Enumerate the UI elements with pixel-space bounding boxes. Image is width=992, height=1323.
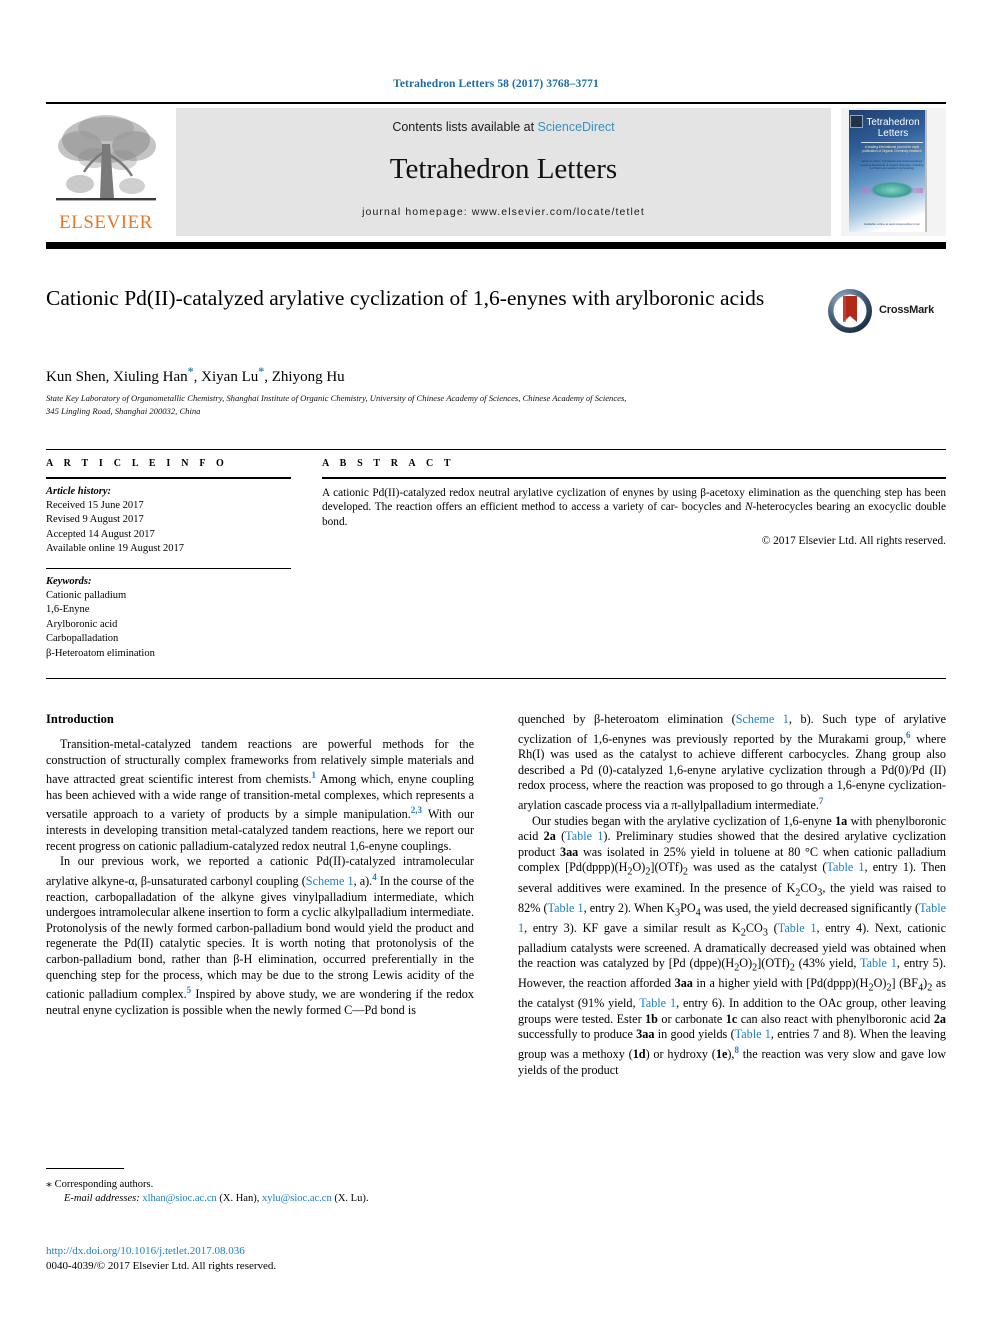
paragraph: Transition-metal-catalyzed tandem reacti…	[46, 737, 475, 853]
cover-title: Tetrahedron Letters	[866, 117, 920, 139]
email-owner-lu: (X. Lu).	[334, 1193, 369, 1205]
table-link[interactable]: Table 1	[860, 956, 897, 970]
elsevier-logo: ELSEVIER	[46, 108, 166, 236]
table-link[interactable]: Table 1	[778, 921, 817, 935]
section-heading-introduction: Introduction	[46, 712, 114, 726]
history-item: Received 15 June 2017	[46, 500, 144, 511]
cover-blurb: Editor-in-Chief · Full papers and commun…	[860, 159, 924, 171]
keywords-rule	[46, 567, 291, 569]
article-history: Article history: Received 15 June 2017 R…	[46, 485, 291, 557]
author-name: Xiyan Lu	[201, 369, 259, 385]
abstract-heading: A B S T R A C T	[322, 458, 455, 469]
reference-marker[interactable]: 7	[819, 796, 824, 806]
asterisk-icon: ⁎	[46, 1176, 52, 1191]
doi-link[interactable]: http://dx.doi.org/10.1016/j.tetlet.2017.…	[46, 1244, 546, 1259]
page-title: Cationic Pd(II)-catalyzed arylative cycl…	[46, 286, 765, 310]
contents-lists-line: Contents lists available at ScienceDirec…	[176, 120, 831, 134]
affiliation-line-2: 345 Lingling Road, Shanghai 200032, Chin…	[46, 405, 201, 416]
abstract-block: A B S T R A C T A cationic Pd(II)-cataly…	[322, 458, 946, 547]
table-link[interactable]: Table 1	[826, 860, 864, 874]
journal-cover-thumbnail[interactable]: Tetrahedron Letters A leading internatio…	[841, 108, 946, 236]
keyword-item: Carbopalladation	[46, 633, 119, 645]
corresponding-authors-note: ⁎ Corresponding authors.	[46, 1176, 474, 1192]
keyword-item: Cationic palladium	[46, 590, 127, 602]
keyword-item: β-Heteroatom elimination	[46, 647, 155, 659]
journal-masthead: ELSEVIER Contents lists available at Sci…	[46, 108, 946, 236]
body-top-rule	[46, 678, 946, 680]
keyword-item: Arylboronic acid	[46, 618, 118, 630]
paragraph: quenched by β-heteroatom elimination (Sc…	[518, 712, 946, 813]
reference-marker[interactable]: 5	[187, 985, 192, 995]
email-label: E-mail addresses:	[64, 1193, 140, 1205]
author-list: Kun Shen, Xiuling Han*, Xiyan Lu*, Zhiyo…	[46, 364, 345, 385]
footer-block: http://dx.doi.org/10.1016/j.tetlet.2017.…	[46, 1244, 546, 1273]
reference-marker[interactable]: 8	[734, 1045, 739, 1055]
elsevier-tree-icon	[56, 115, 156, 201]
cover-divider	[861, 142, 923, 143]
running-head: Tetrahedron Letters 58 (2017) 3768–3771	[393, 78, 599, 90]
article-info-rule	[46, 477, 291, 479]
body-column-right: quenched by β-heteroatom elimination (Sc…	[518, 712, 946, 1078]
reference-marker[interactable]: 2,3	[411, 805, 422, 815]
sciencedirect-link[interactable]: ScienceDirect	[538, 120, 615, 134]
email-link-lu[interactable]: xylu@sioc.ac.cn	[262, 1193, 332, 1204]
footnote-rule	[46, 1168, 124, 1170]
paper-page: Tetrahedron Letters 58 (2017) 3768–3771	[0, 0, 992, 1323]
keywords-block: Keywords: Cationic palladium 1,6-Enyne A…	[46, 575, 291, 661]
info-top-rule	[46, 449, 946, 451]
author-name: Zhiyong Hu	[271, 369, 345, 385]
masthead-center-panel: Contents lists available at ScienceDirec…	[176, 108, 831, 236]
affiliation-line-1: State Key Laboratory of Organometallic C…	[46, 393, 627, 403]
journal-homepage[interactable]: journal homepage: www.elsevier.com/locat…	[176, 206, 831, 218]
keyword-item: 1,6-Enyne	[46, 604, 90, 616]
paragraph: Our studies began with the arylative cyc…	[518, 813, 947, 1077]
table-link[interactable]: Table 1	[639, 996, 676, 1010]
keywords-label: Keywords:	[46, 575, 92, 587]
email-line: E-mail addresses: xlhan@sioc.ac.cn (X. H…	[64, 1193, 369, 1205]
table-link[interactable]: Table 1	[548, 901, 584, 915]
article-history-label: Article history:	[46, 485, 112, 497]
article-info-heading: A R T I C L E I N F O	[46, 458, 228, 469]
scheme-link[interactable]: Scheme 1	[306, 874, 354, 888]
top-rule	[46, 102, 946, 104]
crossmark-icon	[828, 289, 872, 333]
cover-subtitle: A leading international journal for rapi…	[862, 145, 922, 153]
author-name: Kun Shen	[46, 369, 106, 385]
history-item: Revised 9 August 2017	[46, 514, 144, 526]
abstract-italic-n: N	[744, 501, 753, 514]
masthead-bottom-bar	[46, 242, 946, 249]
cover-footer: Available online at www.sciencedirect.co…	[863, 222, 921, 226]
abstract-rule	[322, 477, 946, 479]
reference-marker[interactable]: 4	[372, 872, 377, 882]
history-item: Accepted 14 August 2017	[46, 528, 155, 540]
email-owner-han: (X. Han)	[219, 1193, 257, 1205]
affiliation: State Key Laboratory of Organometallic C…	[46, 392, 926, 417]
history-item: Available online 19 August 2017	[46, 543, 185, 555]
reference-marker[interactable]: 6	[906, 730, 911, 740]
elsevier-wordmark: ELSEVIER	[59, 212, 153, 233]
crossmark-label: CrossMark	[879, 304, 935, 316]
body-column-left: Introduction Transition-metal-catalyzed …	[46, 712, 474, 1018]
journal-title: Tetrahedron Letters	[389, 153, 618, 185]
cover-molecule-icon	[871, 182, 913, 198]
table-link[interactable]: Table 1	[565, 829, 603, 843]
table-link[interactable]: Table 1	[735, 1027, 771, 1041]
abstract-copyright: © 2017 Elsevier Ltd. All rights reserved…	[761, 534, 946, 547]
contents-prefix: Contents lists available at	[392, 120, 538, 134]
crossmark-badge[interactable]: CrossMark	[827, 288, 947, 338]
cover-art: Tetrahedron Letters A leading internatio…	[849, 110, 927, 232]
footnote-block: ⁎ Corresponding authors. E-mail addresse…	[46, 1168, 474, 1206]
paragraph: In our previous work, we reported a cati…	[46, 854, 474, 1017]
reference-marker[interactable]: 1	[312, 770, 317, 780]
issn-copyright: 0040-4039/© 2017 Elsevier Ltd. All right…	[46, 1259, 277, 1272]
email-link-han[interactable]: xlhan@sioc.ac.cn	[142, 1193, 216, 1204]
scheme-link[interactable]: Scheme 1	[736, 712, 789, 726]
abstract-text: A cationic Pd(II)-catalyzed redox neutra…	[322, 486, 946, 529]
author-name: Xiuling Han	[113, 369, 188, 385]
article-info-block: A R T I C L E I N F O Article history: R…	[46, 458, 291, 661]
corresponding-text: Corresponding authors.	[54, 1179, 154, 1191]
